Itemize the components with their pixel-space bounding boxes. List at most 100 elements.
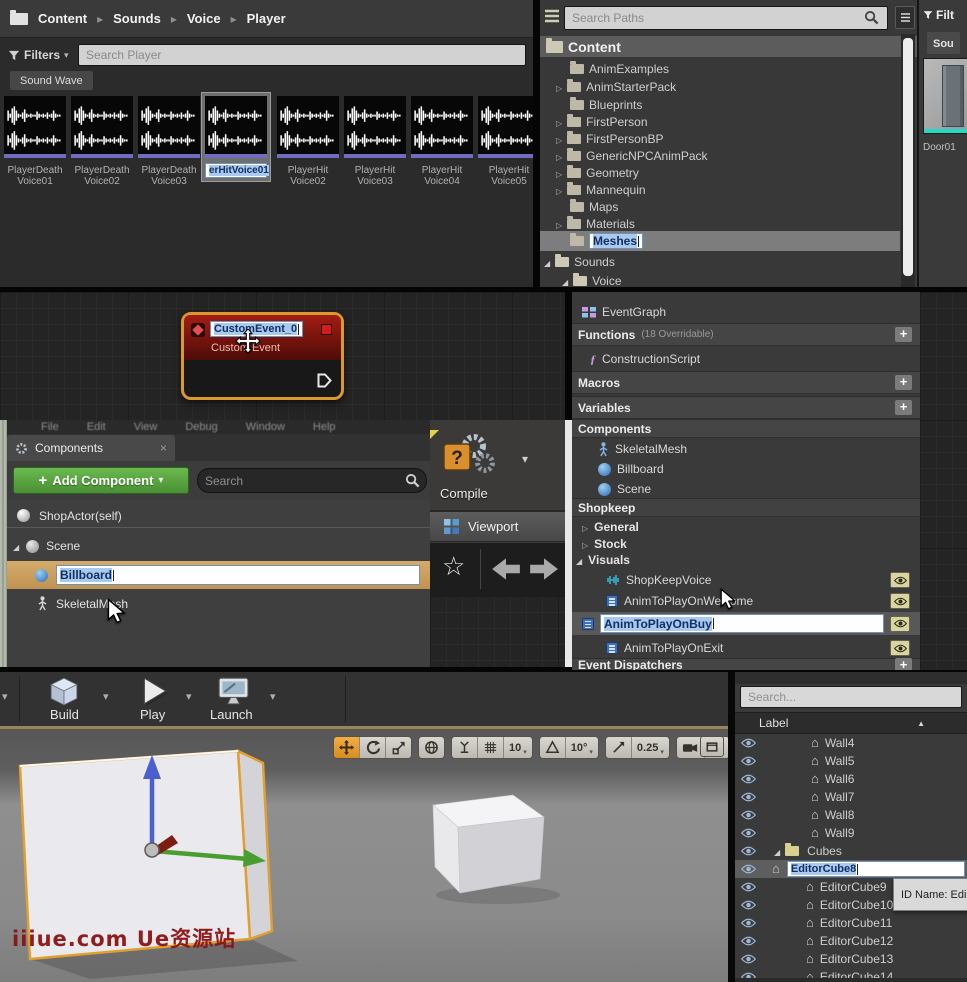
outliner-row-wall[interactable]: Wall8 bbox=[735, 806, 967, 824]
visibility-eye-icon[interactable] bbox=[741, 936, 756, 946]
scale-snap-value-button[interactable]: 0.25 bbox=[632, 737, 669, 758]
billboard-component-row-renaming[interactable]: Billboard bbox=[7, 561, 430, 589]
outliner-row-wall[interactable]: Wall5 bbox=[735, 752, 967, 770]
shopkeepvoice-var-row[interactable]: ShopKeepVoice bbox=[572, 570, 920, 590]
asset-tile[interactable]: PlayerDeathVoice03 bbox=[138, 96, 200, 187]
animtoplayonbuy-var-row-renaming[interactable]: AnimToPlayOnBuy bbox=[572, 612, 920, 635]
scene-component-row[interactable]: Scene bbox=[7, 534, 430, 558]
components-header[interactable]: Components bbox=[572, 419, 920, 438]
expander-icon[interactable] bbox=[774, 844, 780, 858]
play-button[interactable]: Play bbox=[125, 674, 185, 724]
add-macro-button[interactable] bbox=[895, 375, 912, 390]
breadcrumb-item-content[interactable]: Content bbox=[38, 11, 87, 26]
shopkeep-category-header[interactable]: Shopkeep bbox=[572, 498, 920, 517]
components-search-input[interactable] bbox=[197, 468, 427, 493]
menu-view[interactable]: View bbox=[134, 421, 158, 433]
cube-actor[interactable] bbox=[408, 787, 568, 907]
expander-icon[interactable] bbox=[576, 553, 582, 567]
exec-pin-icon[interactable] bbox=[317, 373, 332, 388]
breadcrumb-item-voice[interactable]: Voice bbox=[187, 11, 221, 26]
expander-icon[interactable] bbox=[582, 520, 588, 534]
compile-options-caret-icon[interactable] bbox=[522, 452, 528, 466]
rotation-snap-toggle-button[interactable] bbox=[540, 737, 565, 758]
menu-help[interactable]: Help bbox=[313, 421, 336, 433]
billboard-var-row[interactable]: Billboard bbox=[572, 459, 920, 479]
viewport-tab[interactable]: Viewport bbox=[430, 512, 565, 542]
add-function-button[interactable] bbox=[895, 327, 912, 342]
panel-splitter[interactable] bbox=[565, 420, 572, 667]
visibility-eye-icon[interactable] bbox=[741, 882, 756, 892]
outliner-row-cube[interactable]: EditorCube13 bbox=[735, 950, 967, 968]
expander-icon[interactable] bbox=[556, 217, 562, 231]
components-tab[interactable]: Components bbox=[7, 435, 175, 461]
visibility-eye-icon[interactable] bbox=[741, 918, 756, 928]
outliner-header-row[interactable]: Label ▲ bbox=[735, 712, 967, 734]
blueprint-viewport-preview[interactable] bbox=[430, 596, 565, 667]
expander-icon[interactable] bbox=[562, 274, 568, 288]
visibility-eye-icon[interactable] bbox=[741, 828, 756, 838]
scale-tool-button[interactable] bbox=[386, 737, 411, 758]
grid-snap-toggle-button[interactable] bbox=[478, 737, 503, 758]
skeletalmesh-component-row[interactable]: SkeletalMesh bbox=[7, 591, 430, 616]
visibility-eye-button[interactable] bbox=[890, 640, 910, 656]
variables-header[interactable]: Variables bbox=[572, 396, 920, 419]
breadcrumb-item-sounds[interactable]: Sounds bbox=[113, 11, 161, 26]
visibility-eye-icon[interactable] bbox=[741, 810, 756, 820]
asset-tile[interactable]: PlayerDeathVoice01 bbox=[4, 96, 66, 187]
asset-tile[interactable]: PlayerHitVoice05 bbox=[478, 96, 533, 187]
functions-header[interactable]: Functions (18 Overridable) bbox=[572, 323, 920, 346]
expander-icon[interactable] bbox=[556, 115, 562, 129]
shopactor-self-row[interactable]: ShopActor(self) bbox=[7, 504, 430, 528]
construction-script-row[interactable]: ƒ ConstructionScript bbox=[572, 349, 920, 369]
grid-snap-value-button[interactable]: 10 bbox=[504, 737, 532, 758]
expander-icon[interactable] bbox=[13, 537, 19, 555]
label-column-header[interactable]: Label bbox=[759, 716, 788, 730]
visibility-eye-icon[interactable] bbox=[741, 738, 756, 748]
rotate-tool-button[interactable] bbox=[360, 737, 385, 758]
surface-snap-button[interactable] bbox=[452, 737, 477, 758]
launch-button[interactable]: Launch bbox=[200, 674, 266, 724]
search-paths-input[interactable] bbox=[564, 6, 888, 30]
menu-debug[interactable]: Debug bbox=[185, 421, 217, 433]
add-dispatcher-button[interactable] bbox=[895, 658, 912, 671]
close-tab-icon[interactable] bbox=[160, 441, 167, 455]
skeletalmesh-var-row[interactable]: SkeletalMesh bbox=[572, 439, 920, 459]
blueprint-graph-canvas[interactable]: CustomEvent_0 Custom Event bbox=[0, 292, 565, 420]
rotation-snap-value-button[interactable]: 10° bbox=[566, 737, 598, 758]
asset-tile[interactable]: PlayerDeathVoice02 bbox=[71, 96, 133, 187]
view-options-button[interactable] bbox=[895, 6, 915, 29]
build-button[interactable]: Build bbox=[30, 674, 100, 724]
actor-rename-input[interactable]: EditorCube8 bbox=[787, 861, 965, 877]
favorite-star-icon[interactable] bbox=[442, 551, 465, 582]
menu-file[interactable]: File bbox=[41, 421, 59, 433]
asset-rename-input[interactable]: erHitVoice01 bbox=[205, 163, 267, 178]
asset-tile-selected[interactable]: erHitVoice01 bbox=[201, 92, 271, 182]
back-arrow-button[interactable] bbox=[490, 555, 522, 583]
expander-icon[interactable] bbox=[544, 255, 550, 269]
outliner-row-wall[interactable]: Wall9 bbox=[735, 824, 967, 842]
visibility-eye-button[interactable] bbox=[890, 593, 910, 609]
toolbar-overflow-caret-icon[interactable] bbox=[2, 690, 8, 703]
compile-button[interactable]: Compile bbox=[440, 486, 488, 501]
general-category-row[interactable]: General bbox=[572, 518, 920, 535]
scrollbar-thumb[interactable] bbox=[903, 38, 913, 276]
filter-chip-soundwave[interactable]: Sound Wave bbox=[10, 71, 93, 90]
custom-event-node[interactable]: CustomEvent_0 Custom Event bbox=[181, 312, 344, 400]
outliner-row-wall[interactable]: Wall6 bbox=[735, 770, 967, 788]
visibility-eye-icon[interactable] bbox=[741, 792, 756, 802]
event-graph-row[interactable]: EventGraph bbox=[572, 302, 920, 322]
expander-icon[interactable] bbox=[556, 149, 562, 163]
visibility-eye-button[interactable] bbox=[890, 572, 910, 588]
level-viewport[interactable]: 10 10° 0.25 bbox=[0, 729, 728, 982]
animtoplayonexit-var-row[interactable]: AnimToPlayOnExit bbox=[572, 638, 920, 658]
play-options-caret-icon[interactable] bbox=[186, 690, 192, 703]
outliner-search-input[interactable] bbox=[740, 686, 962, 708]
outliner-folder-cubes[interactable]: Cubes bbox=[735, 842, 967, 860]
visibility-eye-icon[interactable] bbox=[741, 774, 756, 784]
animtoplayonwelcome-var-row[interactable]: AnimToPlayOnWelcome bbox=[572, 591, 920, 611]
expander-icon[interactable] bbox=[582, 537, 588, 551]
forward-arrow-button[interactable] bbox=[528, 555, 560, 583]
menu-window[interactable]: Window bbox=[246, 421, 285, 433]
expander-icon[interactable] bbox=[556, 80, 562, 94]
scene-var-row[interactable]: Scene bbox=[572, 479, 920, 499]
